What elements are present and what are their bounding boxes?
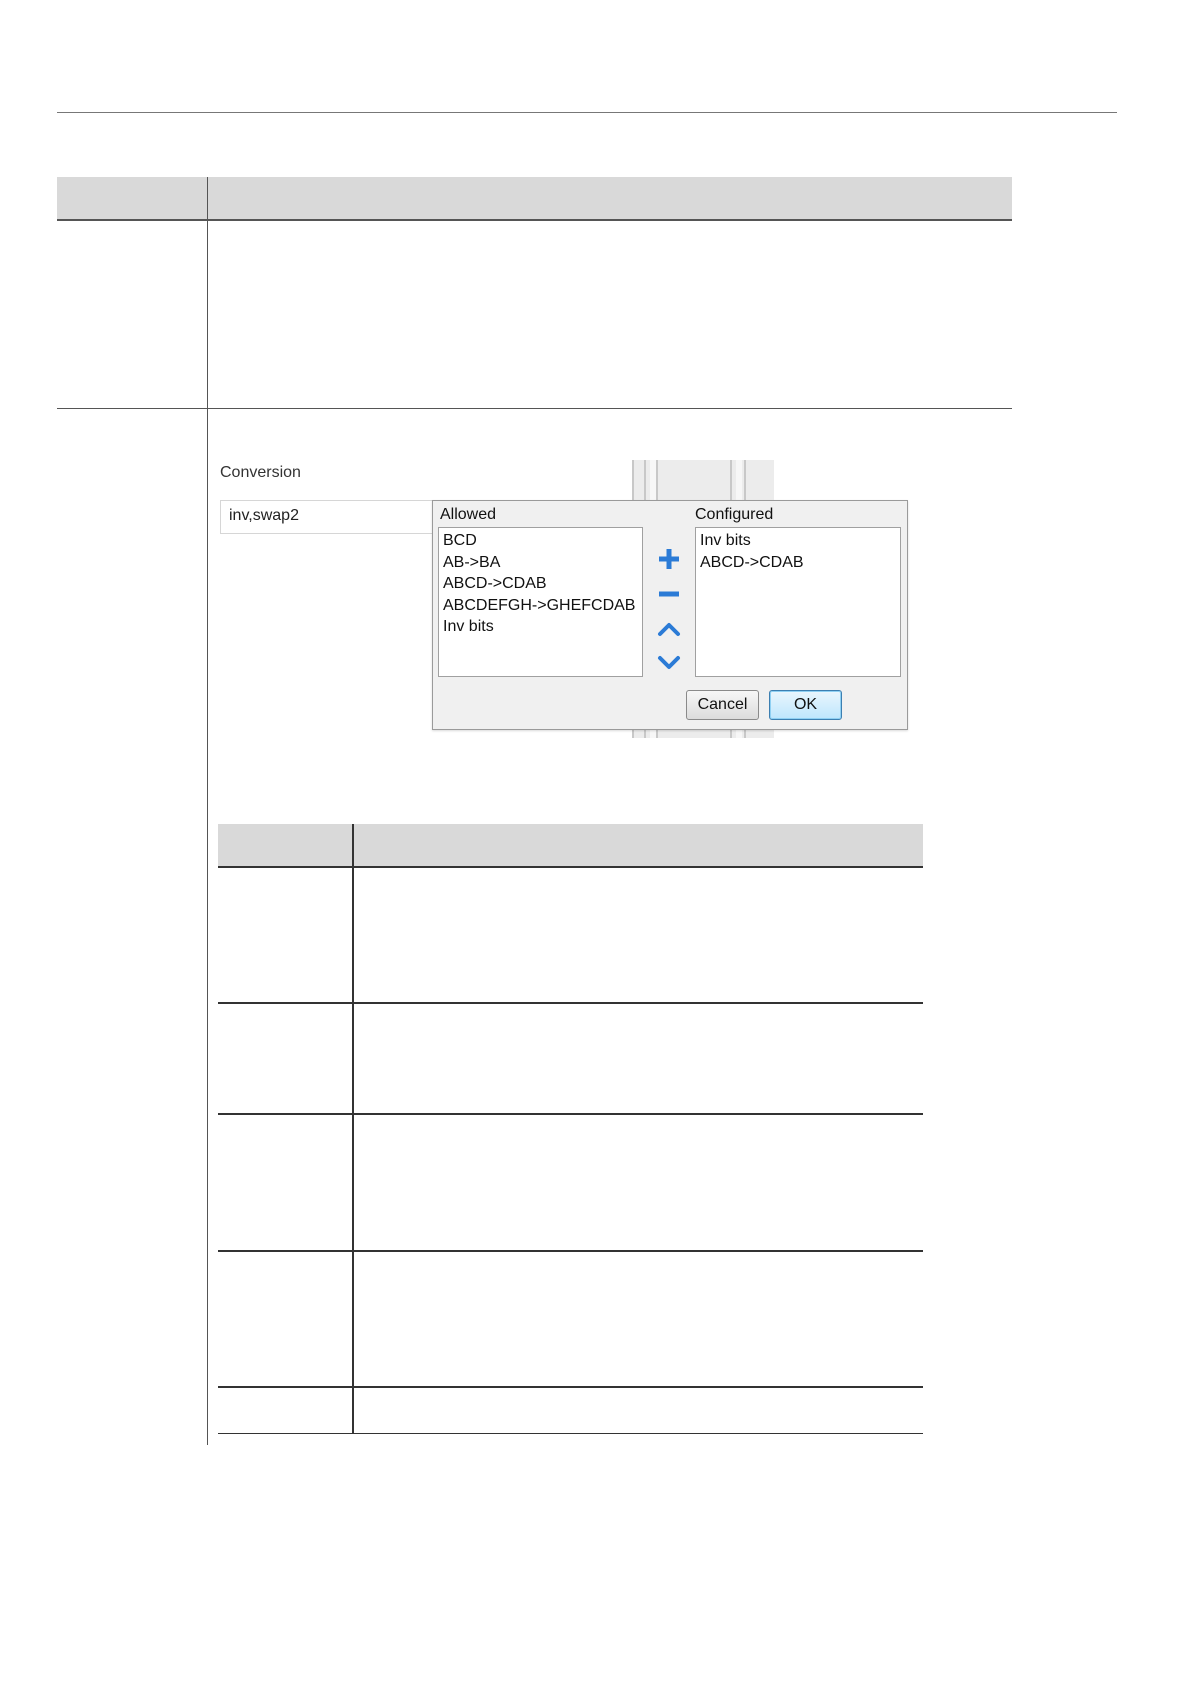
outer-table-header-rule [57,219,1012,221]
configured-label: Configured [695,506,774,523]
plus-icon [659,549,679,569]
conversion-input[interactable]: inv,swap2 [220,500,438,534]
minus-icon [659,591,679,597]
inner-table-row-divider [218,1002,923,1004]
allowed-list-item[interactable]: Inv bits [443,616,638,638]
allowed-list-item[interactable]: ABCD->CDAB [443,573,638,595]
cancel-button[interactable]: Cancel [686,690,759,720]
chevron-up-icon [658,623,680,636]
allowed-list[interactable]: BCD AB->BA ABCD->CDAB ABCDEFGH->GHEFCDAB… [438,527,643,677]
configured-list-item[interactable]: ABCD->CDAB [700,552,896,574]
inner-table-row-divider [218,1250,923,1252]
remove-button[interactable] [655,580,683,608]
configured-list[interactable]: Inv bits ABCD->CDAB [695,527,901,677]
configured-list-item[interactable]: Inv bits [700,530,896,552]
inner-table-row-divider [218,1386,923,1388]
outer-table-row-divider [57,408,1012,409]
inner-table-bottom-rule [218,1433,923,1434]
move-up-button[interactable] [655,615,683,643]
add-button[interactable] [655,545,683,573]
inner-table-row-divider [218,1113,923,1115]
header-rule [57,112,1117,113]
move-down-button[interactable] [655,649,683,677]
inner-table-header-rule [218,866,923,868]
allowed-list-item[interactable]: AB->BA [443,552,638,574]
inner-table-header [218,824,923,866]
outer-table-header [57,177,1012,219]
allowed-list-item[interactable]: BCD [443,530,638,552]
outer-table-column-divider [207,221,208,1445]
conversion-dialog: Allowed Configured BCD AB->BA ABCD->CDAB… [432,500,908,730]
outer-table-header-divider [207,177,208,219]
allowed-list-item[interactable]: ABCDEFGH->GHEFCDAB [443,595,638,617]
allowed-label: Allowed [440,506,497,523]
ok-button[interactable]: OK [769,690,842,720]
chevron-down-icon [658,656,680,669]
inner-table-column-divider [352,824,354,1434]
conversion-label: Conversion [220,464,301,481]
